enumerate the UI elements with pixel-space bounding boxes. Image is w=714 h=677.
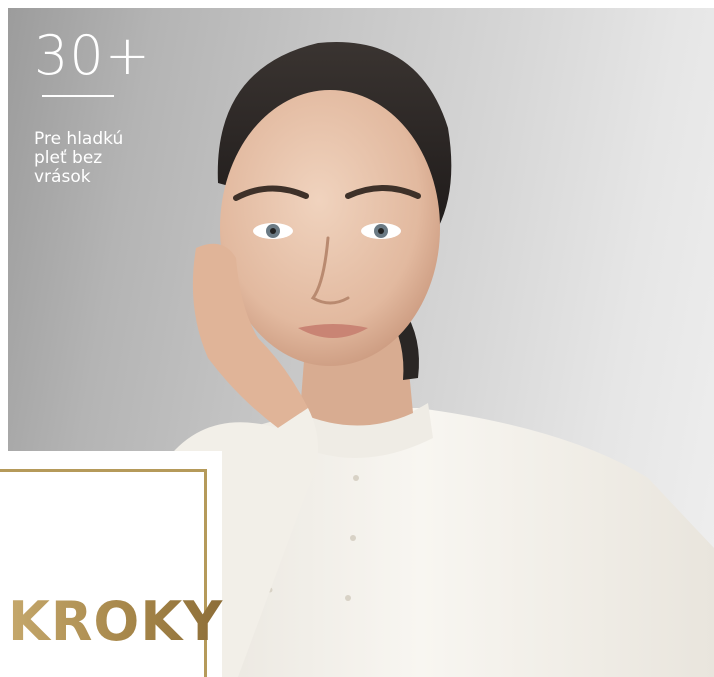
tagline-line: vrások [34,167,91,187]
tagline-line: Pre hladkú [34,129,124,149]
age-underline [42,95,114,97]
tagline: Pre hladkú pleť bez vrások [34,130,174,187]
hero-banner: 30+ Pre hladkú pleť bez vrások KROKY [0,0,714,677]
tagline-line: pleť bez [34,148,103,168]
steps-title: KROKY [8,590,224,653]
age-heading: 30+ [34,24,151,87]
